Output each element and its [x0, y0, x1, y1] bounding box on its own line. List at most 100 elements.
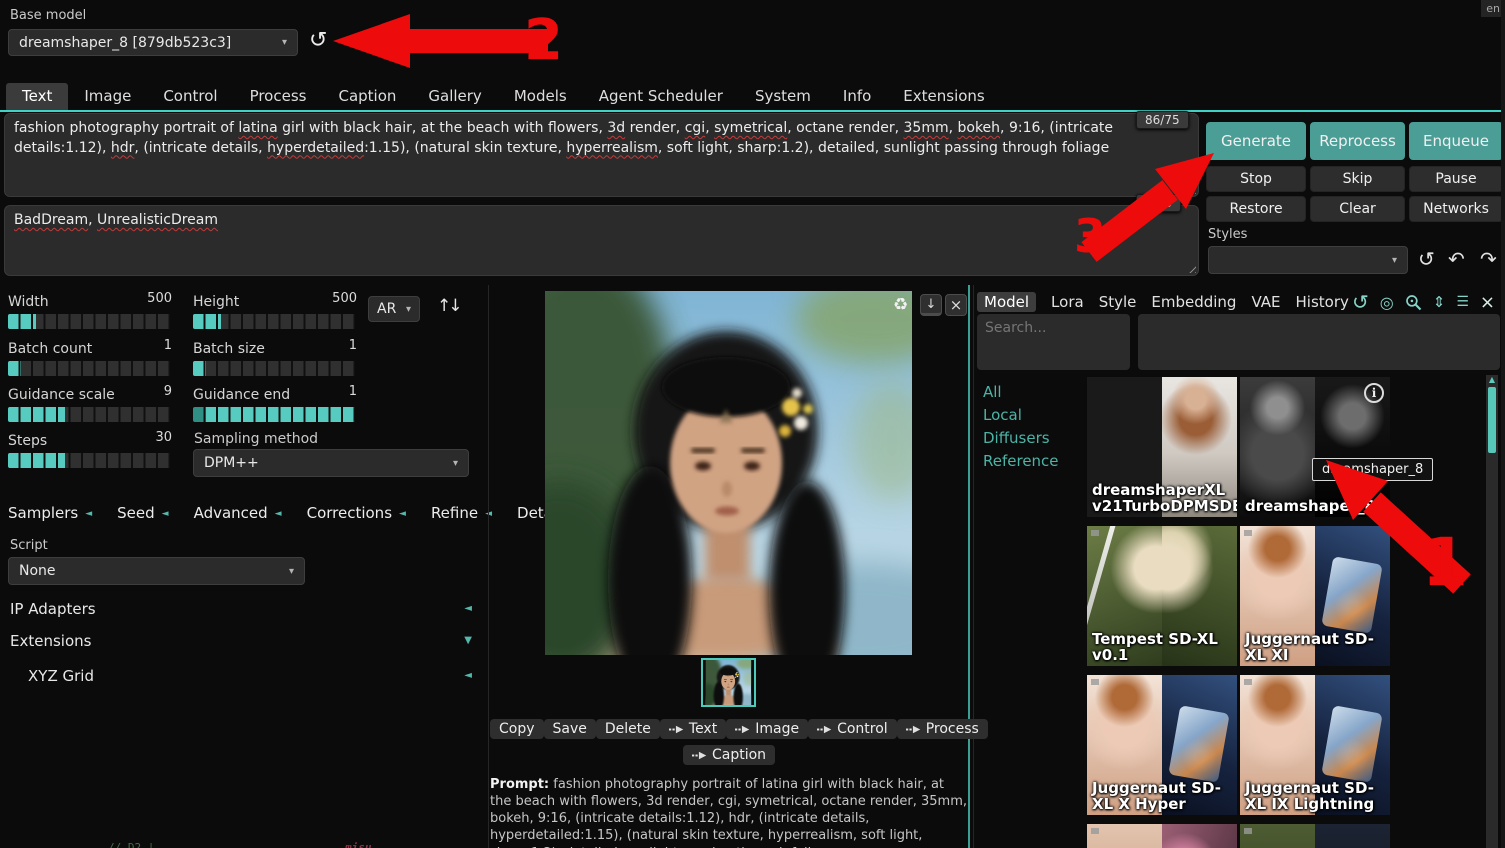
tab-gallery[interactable]: Gallery	[412, 83, 497, 110]
expand-arrow-icon[interactable]: ▼	[464, 635, 472, 646]
generate-button[interactable]: Generate	[1206, 122, 1306, 160]
redo-icon[interactable]: ↷	[1480, 247, 1497, 271]
enqueue-button[interactable]: Enqueue	[1409, 122, 1503, 160]
category-all[interactable]: All	[983, 381, 1059, 404]
slider-track[interactable]	[193, 407, 355, 422]
tab-text[interactable]: Text	[6, 83, 68, 110]
networks-tab-history[interactable]: History	[1296, 293, 1349, 311]
script-select[interactable]: None ▾	[8, 557, 305, 585]
tab-models[interactable]: Models	[498, 83, 583, 110]
section-extensions[interactable]: Extensions ▼	[10, 632, 472, 650]
scrollbar-thumb[interactable]	[1488, 387, 1496, 453]
search-icon[interactable]	[1405, 294, 1422, 311]
updown-icon[interactable]: ⇕	[1433, 293, 1446, 311]
accordion-samplers[interactable]: Samplers◄	[8, 504, 92, 522]
networks-tab-lora[interactable]: Lora	[1051, 293, 1084, 311]
category-diffusers[interactable]: Diffusers	[983, 427, 1059, 450]
stop-button[interactable]: Stop	[1206, 166, 1306, 192]
tab-control[interactable]: Control	[147, 83, 233, 110]
section-xyz-grid[interactable]: XYZ Grid ◄	[28, 667, 472, 685]
tab-agent-scheduler[interactable]: Agent Scheduler	[583, 83, 739, 110]
accordion-corrections[interactable]: Corrections◄	[307, 504, 406, 522]
base-model-refresh-icon[interactable]: ↺	[309, 28, 327, 53]
accordion-refine[interactable]: Refine◄	[431, 504, 492, 522]
refresh-icon[interactable]: ↺	[1352, 290, 1369, 314]
send-to-image-button[interactable]: Image	[726, 719, 808, 739]
accordion-seed[interactable]: Seed◄	[117, 504, 168, 522]
scrollbar-track[interactable]: ▲	[1486, 375, 1498, 848]
send-to-caption-button[interactable]: Caption	[683, 745, 775, 765]
styles-select[interactable]: ▾	[1208, 246, 1408, 274]
collapse-arrow-icon[interactable]: ◄	[464, 670, 472, 681]
send-to-control-button[interactable]: Control	[808, 719, 897, 739]
styles-refresh-icon[interactable]: ↺	[1418, 247, 1435, 271]
pause-button[interactable]: Pause	[1409, 166, 1503, 192]
model-card-juggernaut-sd-xl-xi[interactable]: Juggernaut SD-XL XI	[1240, 526, 1390, 666]
thumbnail[interactable]	[701, 658, 756, 707]
swap-dimensions-icon[interactable]: ↑↓	[437, 296, 460, 316]
misspelled-word: hdr	[111, 140, 135, 156]
close-icon[interactable]: ×	[945, 294, 967, 316]
model-card-partial[interactable]	[1240, 824, 1390, 848]
sampling-method-select[interactable]: DPM++ ▾	[193, 449, 469, 477]
network-search-input[interactable]	[977, 314, 1130, 370]
section-ip-adapters[interactable]: IP Adapters ◄	[10, 600, 472, 618]
close-icon[interactable]: ×	[1480, 292, 1495, 313]
networks-button[interactable]: Networks	[1409, 196, 1503, 222]
copy-button[interactable]: Copy	[490, 719, 544, 739]
slider-track[interactable]	[8, 361, 170, 376]
undo-icon[interactable]: ↶	[1448, 247, 1465, 271]
aspect-ratio-value: AR	[377, 301, 396, 317]
tab-system[interactable]: System	[739, 83, 827, 110]
networks-tab-vae[interactable]: VAE	[1251, 293, 1280, 311]
slider-track[interactable]	[8, 314, 170, 329]
send-to-text-button[interactable]: Text	[660, 719, 726, 739]
download-button[interactable]: ↓	[920, 294, 942, 316]
category-local[interactable]: Local	[983, 404, 1059, 427]
slider-track[interactable]	[8, 453, 170, 468]
skip-button[interactable]: Skip	[1310, 166, 1405, 192]
networks-tab-embedding[interactable]: Embedding	[1151, 293, 1236, 311]
menu-icon[interactable]: ☰	[1456, 294, 1469, 310]
card-art	[1240, 377, 1315, 517]
scroll-up-icon[interactable]: ▲	[1486, 375, 1498, 385]
model-card-dreamshaper-8[interactable]: idreamshaper_8	[1240, 377, 1390, 517]
slider-track[interactable]	[193, 314, 355, 329]
accordion-advanced[interactable]: Advanced◄	[194, 504, 282, 522]
target-icon[interactable]: ◎	[1380, 293, 1394, 312]
reprocess-button[interactable]: Reprocess	[1310, 122, 1405, 160]
tab-image[interactable]: Image	[68, 83, 147, 110]
restore-button[interactable]: Restore	[1206, 196, 1306, 222]
slider-track[interactable]	[193, 361, 355, 376]
misspelled-word: BadDream	[14, 212, 88, 228]
networks-tab-style[interactable]: Style	[1099, 293, 1137, 311]
tab-caption[interactable]: Caption	[322, 83, 412, 110]
recycle-icon[interactable]: ♻	[893, 295, 908, 315]
generated-image[interactable]	[545, 291, 912, 655]
clear-button[interactable]: Clear	[1310, 196, 1405, 222]
prompt-input[interactable]: fashion photography portrait of latina g…	[4, 113, 1199, 197]
model-card-juggernaut-sd-xl-ix-lightning[interactable]: Juggernaut SD-XL IX Lightning	[1240, 675, 1390, 815]
send-to-process-button[interactable]: Process	[897, 719, 988, 739]
info-icon[interactable]: i	[1364, 383, 1384, 403]
tab-extensions[interactable]: Extensions	[887, 83, 1000, 110]
delete-button[interactable]: Delete	[596, 719, 660, 739]
base-model-select[interactable]: dreamshaper_8 [879db523c3] ▾	[8, 29, 298, 56]
model-card-dreamshaperxl-v21turbodpmsde[interactable]: dreamshaperXL v21TurboDPMSDE	[1087, 377, 1237, 517]
negative-prompt-input[interactable]: BadDream, UnrealisticDream	[4, 205, 1199, 276]
tab-process[interactable]: Process	[234, 83, 323, 110]
category-reference[interactable]: Reference	[983, 450, 1059, 473]
collapse-arrow-icon: ◄	[275, 509, 282, 519]
aspect-ratio-select[interactable]: AR ▾	[368, 296, 420, 322]
save-button[interactable]: Save	[544, 719, 596, 739]
model-card-tempest-sd-xl-v0-1[interactable]: Tempest SD-XL v0.1	[1087, 526, 1237, 666]
model-card-partial[interactable]	[1087, 824, 1237, 848]
slider-track[interactable]	[8, 407, 170, 422]
collapse-arrow-icon[interactable]: ◄	[464, 603, 472, 614]
tab-info[interactable]: Info	[827, 83, 887, 110]
networks-tab-model[interactable]: Model	[977, 292, 1036, 312]
prompt-text: :1.15), (natural skin texture,	[364, 140, 566, 156]
model-card-juggernaut-sd-xl-x-hyper[interactable]: Juggernaut SD-XL X Hyper	[1087, 675, 1237, 815]
main-tab-bar: TextImageControlProcessCaptionGalleryMod…	[6, 82, 1001, 110]
network-description-box[interactable]	[1138, 314, 1500, 370]
